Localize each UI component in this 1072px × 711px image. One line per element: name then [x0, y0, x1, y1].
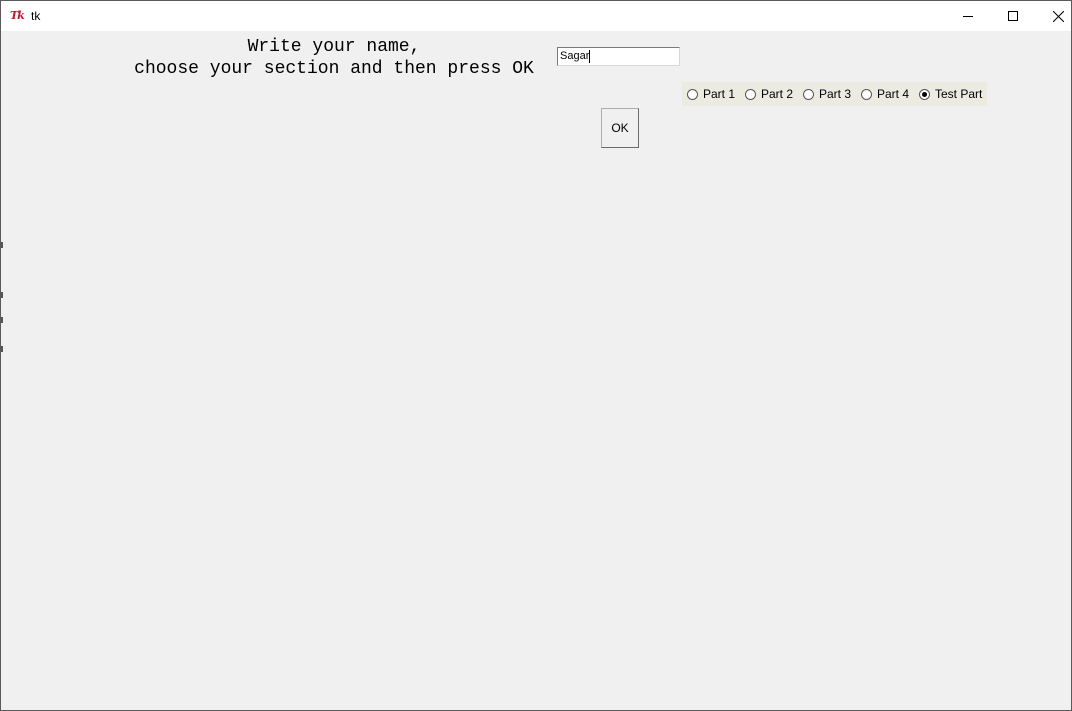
name-input[interactable]: Sagar	[557, 47, 680, 66]
text-caret	[589, 50, 590, 63]
maximize-button[interactable]	[990, 1, 1036, 31]
radio-part-1-label: Part 1	[703, 87, 736, 101]
minimize-icon	[963, 16, 973, 17]
radio-part-3[interactable]: Part 3	[803, 87, 851, 101]
radio-test-part-indicator	[919, 88, 930, 100]
instruction-label: Write your name, choose your section and…	[101, 36, 567, 80]
close-button[interactable]	[1035, 1, 1071, 31]
radio-part-2-label: Part 2	[761, 87, 794, 101]
title-bar[interactable]: Tk tk	[1, 1, 1071, 31]
tk-feather-icon: Tk	[10, 9, 25, 22]
instruction-line-1: Write your name,	[247, 37, 421, 57]
radio-part-2-indicator	[745, 88, 756, 100]
radio-test-part-label: Test Part	[935, 87, 983, 101]
section-radio-group: Part 1 Part 2 Part 3 Part 4 Test Part	[682, 82, 987, 106]
edge-mark	[1, 292, 3, 298]
instruction-line-2: choose your section and then press OK	[134, 59, 534, 79]
name-input-value: Sagar	[560, 50, 590, 62]
radio-part-4-indicator	[861, 88, 872, 100]
radio-part-4-label: Part 4	[877, 87, 910, 101]
edge-mark	[1, 242, 3, 248]
radio-part-1-indicator	[687, 88, 698, 100]
radio-part-4[interactable]: Part 4	[861, 87, 909, 101]
edge-mark	[1, 346, 3, 352]
ok-button[interactable]: OK	[601, 108, 639, 148]
radio-part-2[interactable]: Part 2	[745, 87, 793, 101]
radio-part-3-label: Part 3	[819, 87, 852, 101]
maximize-icon	[1008, 11, 1018, 21]
app-window: Tk tk Write your name, choose your secti…	[0, 0, 1072, 711]
edge-mark	[1, 317, 3, 323]
window-title: tk	[31, 9, 41, 23]
radio-part-1[interactable]: Part 1	[687, 87, 735, 101]
close-icon	[1052, 10, 1064, 22]
radio-test-part[interactable]: Test Part	[919, 87, 982, 101]
minimize-button[interactable]	[945, 1, 991, 31]
radio-part-3-indicator	[803, 88, 814, 100]
